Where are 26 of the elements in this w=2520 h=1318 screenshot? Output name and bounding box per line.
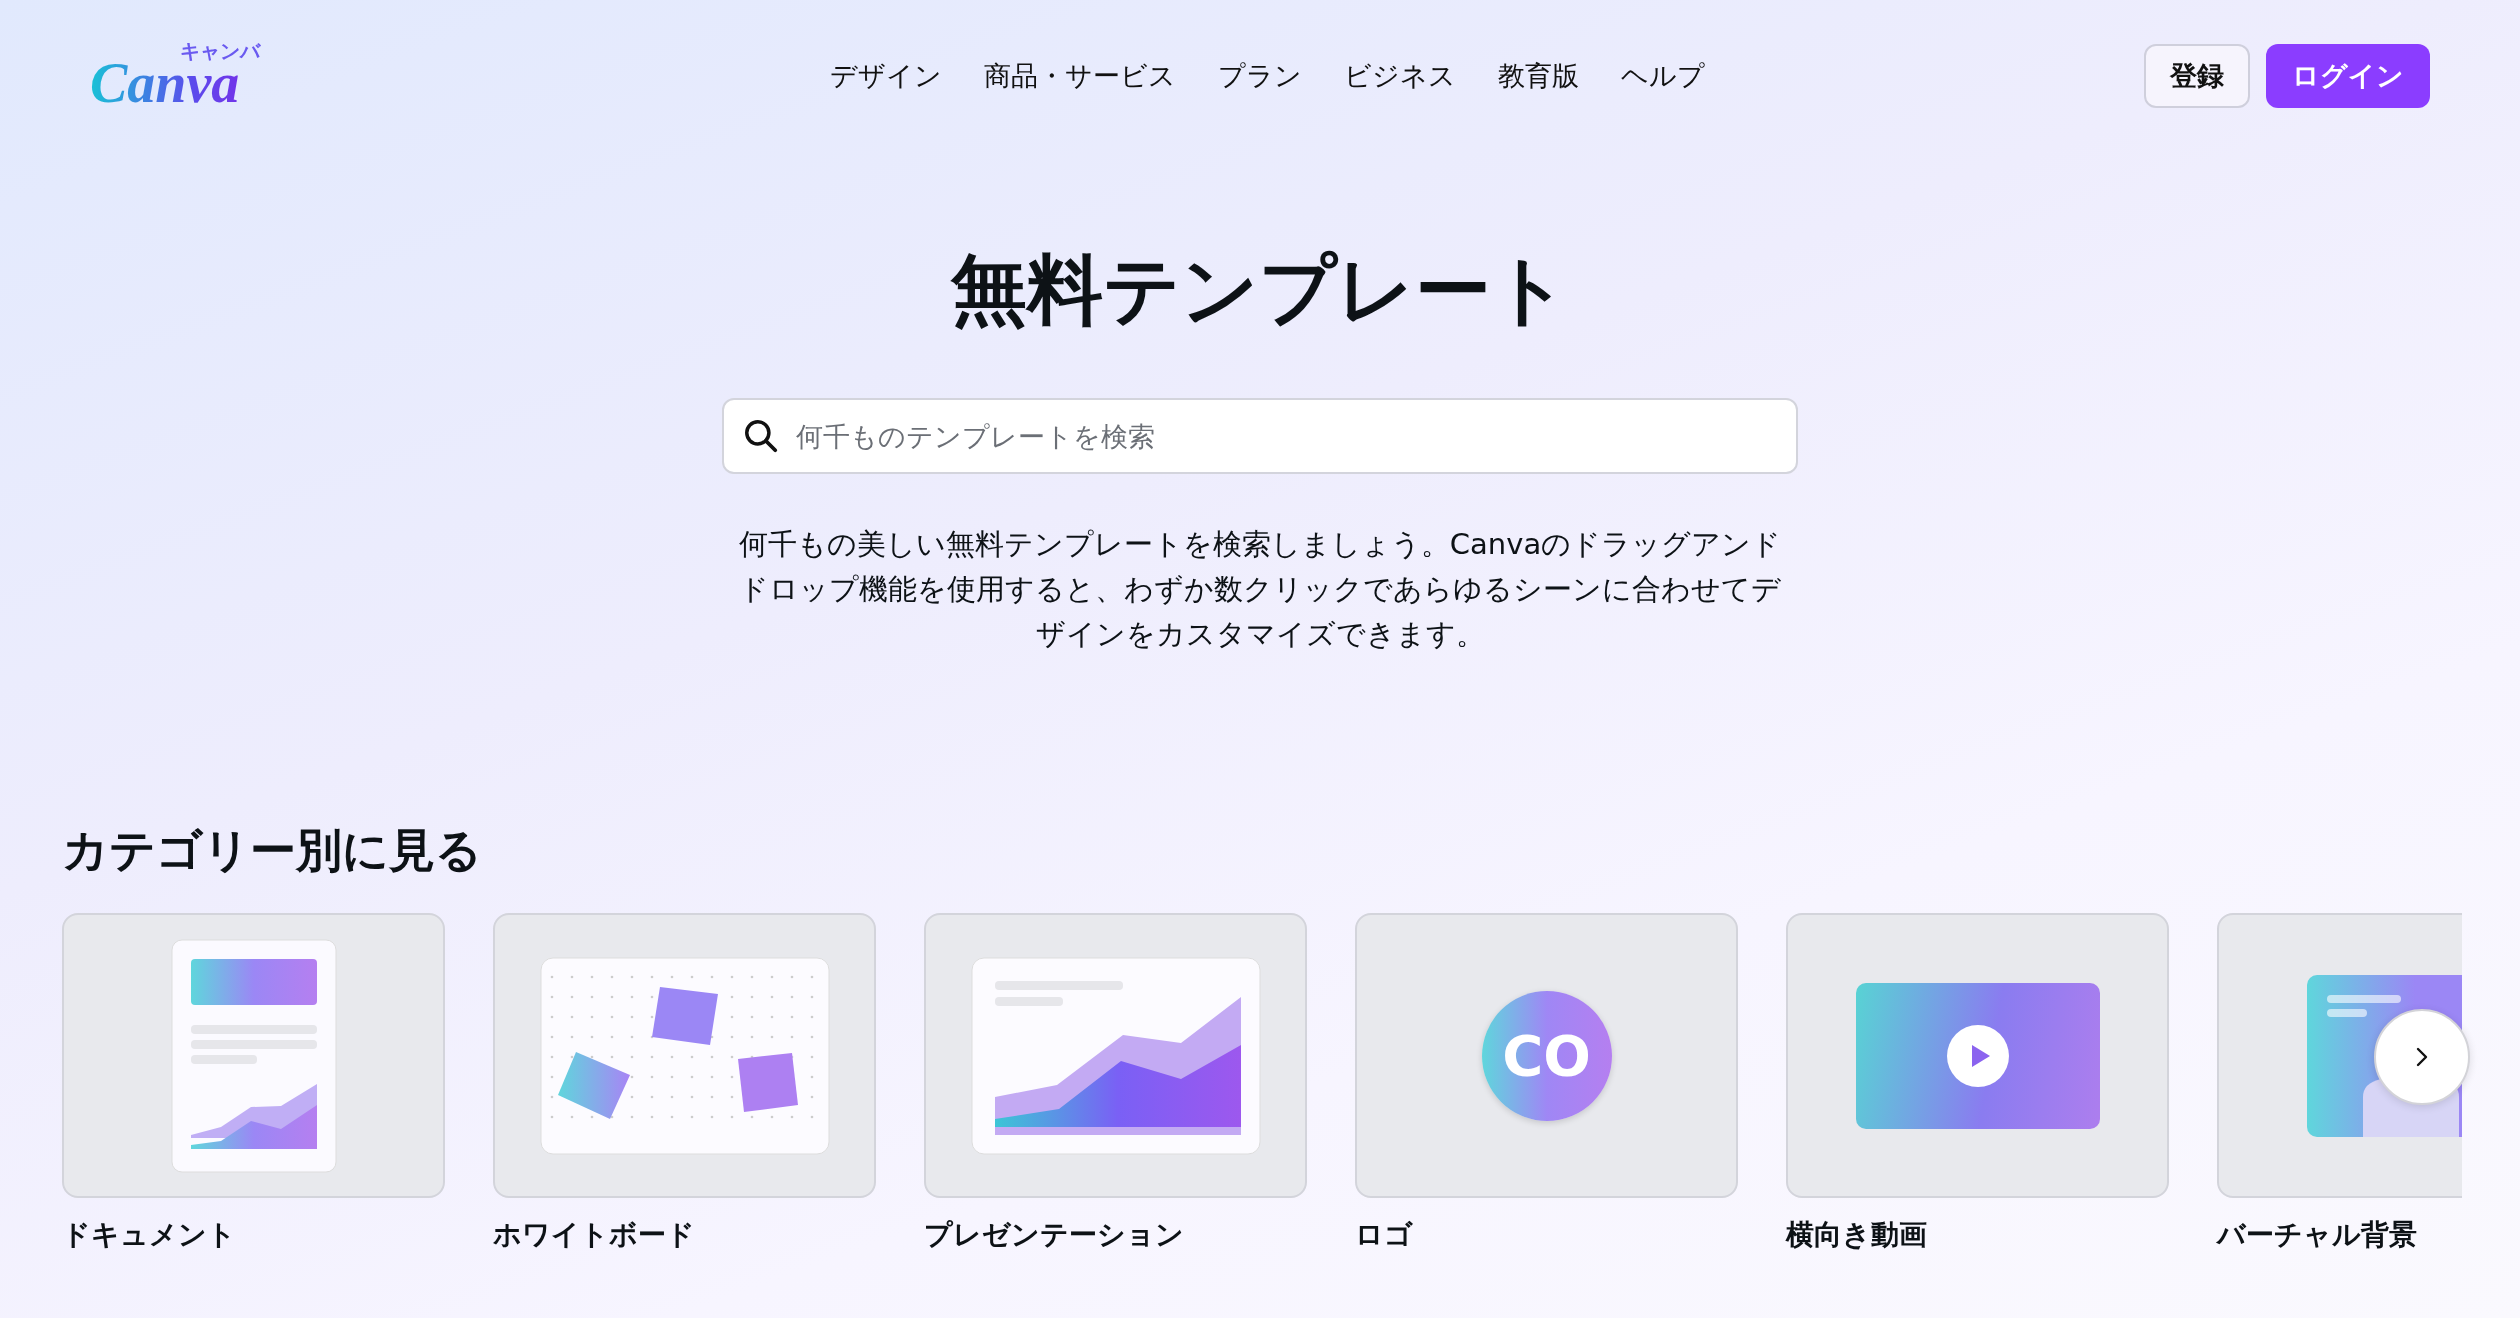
nav-link[interactable]: ヘルプ [1620,58,1705,94]
search-bar[interactable]: 何千ものテンプレートを検索 [722,398,1798,474]
login-button[interactable]: ログイン [2266,44,2430,108]
search-input[interactable]: 何千ものテンプレートを検索 [794,419,1778,453]
category-label: ロゴ [1355,1217,1414,1253]
nav-link[interactable]: ビジネス [1343,58,1456,94]
category-card[interactable] [62,913,445,1198]
category-card[interactable] [924,913,1307,1198]
nav-link[interactable]: 教育版 [1497,58,1579,94]
category-label: ホワイトボード [493,1217,696,1253]
category-label: プレゼンテーション [924,1217,1185,1253]
category-label: 横向き動画 [1786,1217,1928,1253]
category-label: バーチャル背景 [2217,1217,2418,1253]
category-label: ドキュメント [62,1217,237,1253]
register-button[interactable]: 登録 [2144,44,2250,108]
description-text: 何千もの美しい無料テンプレートを検索しましょう。Canvaのドラッグアンドドロップ機能を使用すると、わずか数クリックであらゆるシーンに合わせてデザインをカスタマイズできます。 [737,526,1783,653]
page-title: 無料テンプレート [951,252,1569,328]
logo-badge: CO [1481,990,1612,1121]
search-icon [742,417,780,455]
category-card[interactable] [493,913,876,1198]
category-card[interactable] [1786,913,2169,1198]
nav-link[interactable]: プラン [1217,58,1302,94]
play-icon [1946,1024,2009,1087]
nav-link[interactable]: デザイン [829,58,942,94]
section-heading: カテゴリー別に見る [62,827,483,873]
nav-link[interactable]: 商品・サービス [983,58,1176,94]
